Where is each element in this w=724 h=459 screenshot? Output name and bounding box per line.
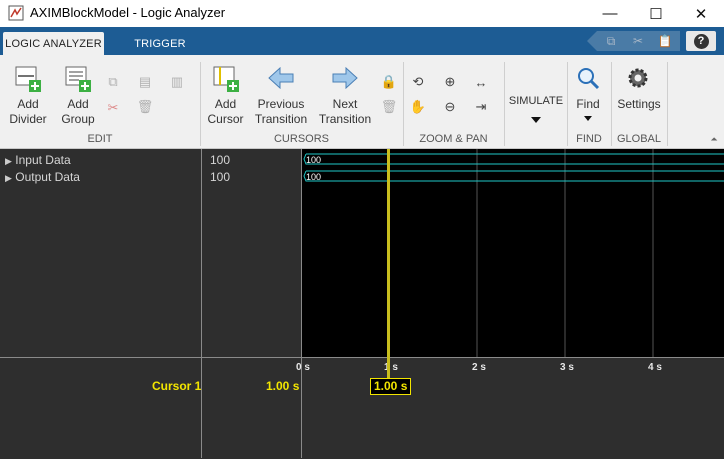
output-data-wave-label: 100 (306, 172, 321, 182)
maximize-button[interactable]: ☐ (633, 0, 679, 27)
input-data-waveform (303, 153, 724, 165)
add-cursor-label-2: Cursor (207, 112, 244, 126)
lock-icon[interactable]: 🔒 (380, 73, 398, 91)
pane-divider (201, 358, 202, 458)
minimize-button[interactable]: — (587, 0, 633, 27)
zoom-to-cursor-icon[interactable]: ⇥ (472, 98, 490, 116)
copy-icon[interactable]: ⧉ (603, 33, 619, 49)
signal-name: Input Data (15, 153, 71, 167)
signal-row-output-data[interactable]: ▶ Output Data (5, 170, 80, 184)
paste-icon[interactable]: 📋 (657, 33, 673, 49)
cursor-name: Cursor 1 (152, 379, 202, 393)
gear-icon (626, 66, 650, 90)
find-section-label: FIND (576, 133, 602, 145)
add-cursor-button[interactable]: Add Cursor (203, 97, 248, 127)
tick-label: 2 s (472, 362, 486, 373)
tab-logic-analyzer[interactable]: LOGIC ANALYZER (3, 32, 104, 55)
zoom-out-icon[interactable]: ⊖ (441, 98, 459, 116)
add-cursor-label-1: Add (214, 97, 237, 111)
cut-icon[interactable]: ✂ (630, 33, 646, 49)
signal-name: Output Data (15, 170, 80, 184)
cut-icon[interactable]: ✂ (104, 99, 122, 117)
add-divider-button[interactable]: Add Divider (3, 97, 53, 127)
search-icon (576, 66, 600, 90)
add-divider-label-2: Divider (9, 112, 47, 126)
pane-divider (301, 358, 302, 458)
output-data-waveform (303, 170, 724, 182)
window-title: AXIMBlockModel - Logic Analyzer (30, 5, 226, 20)
collapse-toolstrip-icon[interactable]: ⏶ (709, 134, 719, 144)
app-icon (8, 5, 24, 21)
tab-trigger[interactable]: TRIGGER (124, 32, 196, 55)
previous-transition-label-1: Previous (257, 97, 305, 111)
cursor-value: 1.00 s (266, 379, 300, 393)
help-button[interactable]: ? (686, 31, 716, 51)
cursor-line[interactable] (387, 149, 390, 378)
add-group-button[interactable]: Add Group (55, 97, 101, 127)
arrow-left-icon (268, 66, 294, 90)
add-divider-icon (14, 64, 42, 92)
next-transition-label-1: Next (332, 97, 358, 111)
next-transition-label-2: Transition (318, 112, 372, 126)
zoom-pan-section-label: ZOOM & PAN (419, 133, 488, 145)
signal-row-input-data[interactable]: ▶ Input Data (5, 153, 71, 167)
pan-icon[interactable]: ✋ (409, 98, 427, 116)
previous-transition-button[interactable]: Previous Transition (253, 97, 309, 127)
add-group-icon (64, 64, 92, 92)
help-icon: ? (693, 33, 709, 49)
time-axis-area (0, 357, 724, 459)
edit-section-label: EDIT (87, 133, 113, 145)
waveform-pane[interactable]: 100 100 (302, 149, 724, 357)
paste-special-icon[interactable]: ▥ (168, 73, 186, 91)
zoom-fit-icon[interactable]: ⟲ (409, 73, 427, 91)
cursor-time-tag[interactable]: 1.00 s (370, 378, 412, 395)
next-transition-button[interactable]: Next Transition (317, 97, 373, 127)
add-group-label-1: Add (67, 97, 89, 111)
separator (667, 62, 668, 146)
expand-arrow-icon[interactable]: ▶ (5, 173, 12, 183)
signal-value: 100 (210, 153, 231, 167)
input-data-wave-label: 100 (306, 155, 321, 165)
add-cursor-icon (212, 64, 240, 92)
delete-cursor-icon[interactable]: 🗑 (380, 98, 398, 116)
signal-value: 100 (210, 170, 231, 184)
tick-label: 4 s (648, 362, 662, 373)
expand-arrow-icon[interactable]: ▶ (5, 156, 12, 166)
close-button[interactable]: ✕ (678, 0, 724, 27)
tick-label: 3 s (560, 362, 574, 373)
chevron-down-icon (531, 117, 541, 123)
previous-transition-label-2: Transition (254, 112, 308, 126)
copy-icon[interactable]: ⧉ (104, 73, 122, 91)
add-group-label-2: Group (61, 112, 95, 126)
paste-icon[interactable]: ▤ (136, 73, 154, 91)
zoom-extents-icon[interactable]: ↔ (472, 73, 490, 91)
delete-icon[interactable]: 🗑 (136, 98, 154, 116)
global-section-label: GLOBAL (616, 133, 662, 145)
chevron-down-icon (584, 116, 592, 121)
find-button[interactable]: Find (571, 97, 605, 112)
zoom-in-icon[interactable]: ⊕ (441, 73, 459, 91)
simulate-label: SIMULATE (508, 95, 564, 107)
add-divider-label-1: Add (17, 97, 39, 111)
cursors-section-label: CURSORS (273, 133, 329, 145)
settings-button[interactable]: Settings (614, 97, 664, 112)
arrow-right-icon (332, 66, 358, 90)
tick-label: 0 s (296, 362, 310, 373)
simulate-button[interactable]: SIMULATE (505, 62, 567, 146)
